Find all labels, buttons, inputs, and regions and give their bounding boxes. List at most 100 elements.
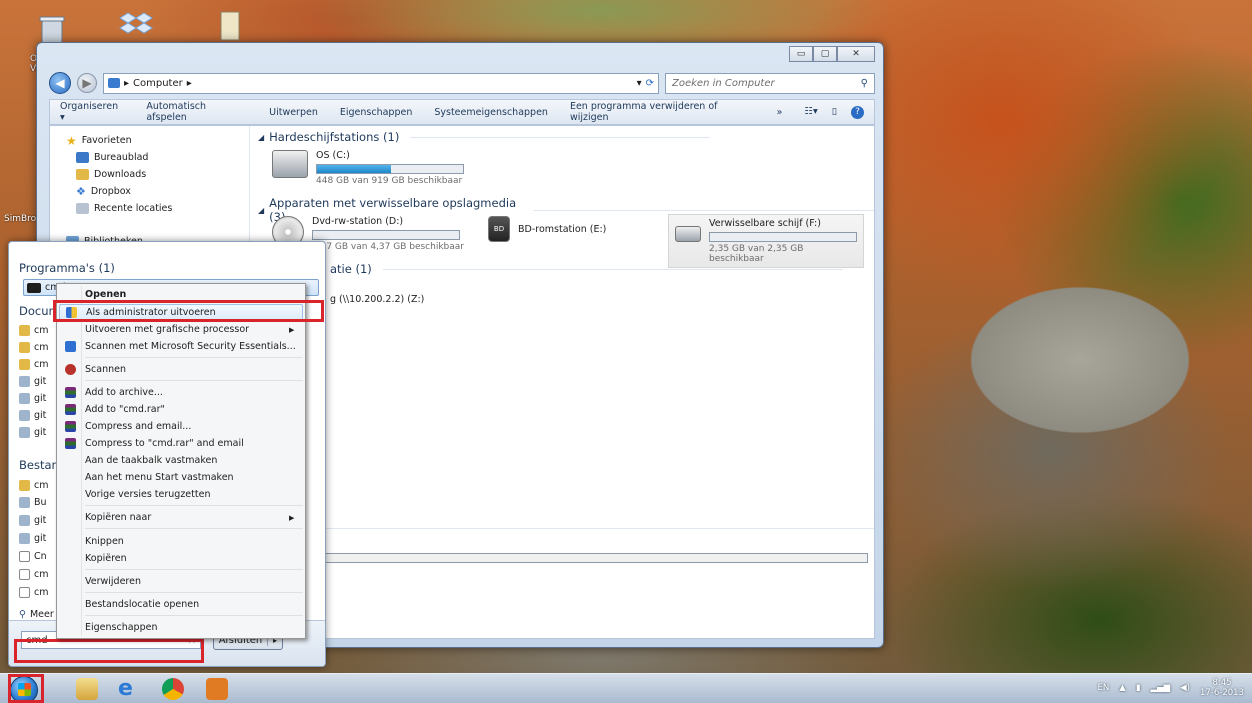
back-button[interactable]: ◀ (49, 72, 71, 94)
ctx-add-archive-label: Add to archive... (85, 387, 163, 398)
toolbar-uninstall[interactable]: Een programma verwijderen of wijzigen (570, 101, 755, 123)
internet-explorer-icon[interactable]: e (118, 678, 140, 700)
drive-z[interactable]: g (\\10.200.2.2) (Z:) (330, 294, 424, 305)
ctx-scan-mse[interactable]: Scannen met Microsoft Security Essential… (59, 338, 303, 355)
outlook-icon[interactable] (206, 678, 228, 700)
battery-icon[interactable]: ▮ (1136, 683, 1141, 693)
doc-item[interactable]: git (19, 373, 46, 389)
doc-item[interactable]: git (19, 424, 46, 440)
ctx-add-cmd-rar[interactable]: Add to "cmd.rar" (59, 401, 303, 418)
group-hdd-label: Hardeschijfstations (1) (269, 130, 400, 144)
toolbar-organize[interactable]: Organiseren ▾ (60, 101, 124, 123)
language-indicator[interactable]: EN (1098, 683, 1110, 693)
winrar-icon (64, 438, 76, 449)
ctx-compress-cmd-email[interactable]: Compress to "cmd.rar" and email (59, 435, 303, 452)
toolbar-more[interactable]: » (777, 107, 783, 118)
ctx-copy-to[interactable]: Kopiëren naar ▶ (59, 509, 303, 526)
doc-item[interactable]: cm (19, 356, 48, 372)
doc-item[interactable]: cm (19, 339, 48, 355)
explorer-taskbar-icon[interactable] (76, 678, 98, 700)
taskbar: e EN ▲ ▮ ▂▄▆ ◀) 8:45 17-6-2013 (0, 673, 1252, 703)
ctx-pin-taskbar[interactable]: Aan de taakbalk vastmaken (59, 452, 303, 469)
search-input[interactable]: Zoeken in Computer ⚲ (665, 72, 875, 94)
drive-c[interactable]: OS (C:) 448 GB van 919 GB beschikbaar (272, 150, 464, 186)
file-icon (19, 532, 30, 544)
collapse-icon: ◢ (258, 132, 265, 142)
drive-e-name: BD-romstation (E:) (518, 224, 607, 235)
nav-dropbox[interactable]: ❖ Dropbox (50, 183, 249, 200)
preview-pane-icon[interactable]: ▯ (832, 106, 837, 119)
programs-header[interactable]: Programma's (1) (19, 261, 115, 275)
desktop-icon-dropbox[interactable] (116, 6, 156, 46)
file-item[interactable]: cm (19, 477, 48, 493)
clock[interactable]: 8:45 17-6-2013 (1200, 678, 1244, 698)
drive-f[interactable]: Verwisselbare schijf (F:) 2,35 GB van 2,… (668, 214, 864, 268)
folder-icon (19, 341, 30, 353)
ctx-compress-email[interactable]: Compress and email... (59, 418, 303, 435)
group-hdd-header[interactable]: ◢ Hardeschijfstations (1) (258, 130, 711, 144)
desktop-icon (76, 152, 89, 163)
file-item[interactable]: Bu (19, 494, 47, 510)
file-item[interactable]: cm (19, 584, 48, 600)
maximize-button[interactable]: ▢ (813, 46, 837, 62)
file-item[interactable]: git (19, 530, 46, 546)
ctx-copy[interactable]: Kopiëren (59, 550, 303, 567)
ctx-add-archive[interactable]: Add to archive... (59, 384, 303, 401)
toolbar-eject[interactable]: Uitwerpen (269, 107, 318, 118)
address-bar[interactable]: ▸ Computer ▸ ▾ ⟳ (103, 72, 659, 94)
ctx-copy-to-label: Kopiëren naar (85, 512, 152, 523)
ctx-scan-mse-label: Scannen met Microsoft Security Essential… (85, 341, 296, 352)
doc-item[interactable]: cm (19, 322, 48, 338)
ctx-run-gpu-label: Uitvoeren met grafische processor (85, 324, 250, 335)
close-button[interactable]: ✕ (837, 46, 875, 62)
usb-drive-icon (675, 226, 701, 242)
file-item[interactable]: cm (19, 566, 48, 582)
drive-d-info: 4,37 GB van 4,37 GB beschikbaar (312, 242, 464, 252)
ctx-compress-cmd-email-label: Compress to "cmd.rar" and email (85, 438, 244, 449)
show-hidden-icons-icon[interactable]: ▲ (1119, 683, 1126, 693)
ctx-cut[interactable]: Knippen (59, 533, 303, 550)
file-icon (19, 550, 30, 562)
toolbar-properties[interactable]: Eigenschappen (340, 107, 412, 118)
ctx-restore-versions[interactable]: Vorige versies terugzetten (59, 486, 303, 503)
submenu-arrow-icon: ▶ (289, 325, 295, 334)
ctx-scan[interactable]: Scannen (59, 361, 303, 378)
desktop-icon-folder[interactable] (210, 6, 250, 46)
dropbox-icon: ❖ (76, 185, 86, 198)
ctx-open-location[interactable]: Bestandslocatie openen (59, 596, 303, 613)
doc-item[interactable]: git (19, 390, 46, 406)
nav-recent[interactable]: Recente locaties (50, 200, 249, 217)
doc-item[interactable]: git (19, 407, 46, 423)
ctx-pin-start[interactable]: Aan het menu Start vastmaken (59, 469, 303, 486)
file-item-label: Cn (34, 550, 47, 562)
nav-favorites[interactable]: ★ Favorieten (50, 132, 249, 149)
toolbar-autoplay[interactable]: Automatisch afspelen (146, 101, 247, 123)
doc-item-label: cm (34, 341, 49, 353)
ctx-run-gpu[interactable]: Uitvoeren met grafische processor ▶ (59, 321, 303, 338)
files-header[interactable]: Bestan (19, 458, 59, 472)
drive-e[interactable]: BD BD-romstation (E:) (488, 216, 606, 242)
view-options-icon[interactable]: ☷▾ (804, 106, 817, 119)
minimize-button[interactable]: ▭ (789, 46, 813, 62)
breadcrumb-arrow-icon: ▸ (186, 77, 192, 89)
ctx-delete[interactable]: Verwijderen (59, 573, 303, 590)
address-row: ◀ ▶ ▸ Computer ▸ ▾ ⟳ Zoeken in Computer … (49, 71, 875, 95)
ctx-properties[interactable]: Eigenschappen (59, 619, 303, 636)
volume-icon[interactable]: ◀) (1180, 683, 1190, 693)
help-icon[interactable]: ? (851, 105, 864, 119)
breadcrumb-computer[interactable]: Computer (133, 78, 183, 89)
dropdown-icon[interactable]: ▾ (637, 78, 642, 89)
chrome-icon[interactable] (162, 678, 184, 700)
refresh-icon[interactable]: ⟳ (646, 78, 654, 89)
nav-desktop[interactable]: Bureaublad (50, 149, 249, 166)
nav-downloads[interactable]: Downloads (50, 166, 249, 183)
drive-c-usage-bar (316, 164, 464, 174)
network-icon[interactable]: ▂▄▆ (1151, 683, 1171, 693)
toolbar-system-properties[interactable]: Systeemeigenschappen (434, 107, 548, 118)
group-network-header[interactable]: atie (1) (330, 262, 843, 276)
file-item[interactable]: git (19, 512, 46, 528)
forward-button[interactable]: ▶ (77, 73, 97, 93)
winrar-icon (64, 404, 76, 415)
file-item[interactable]: Cn (19, 548, 47, 564)
security-essentials-icon (64, 341, 76, 352)
